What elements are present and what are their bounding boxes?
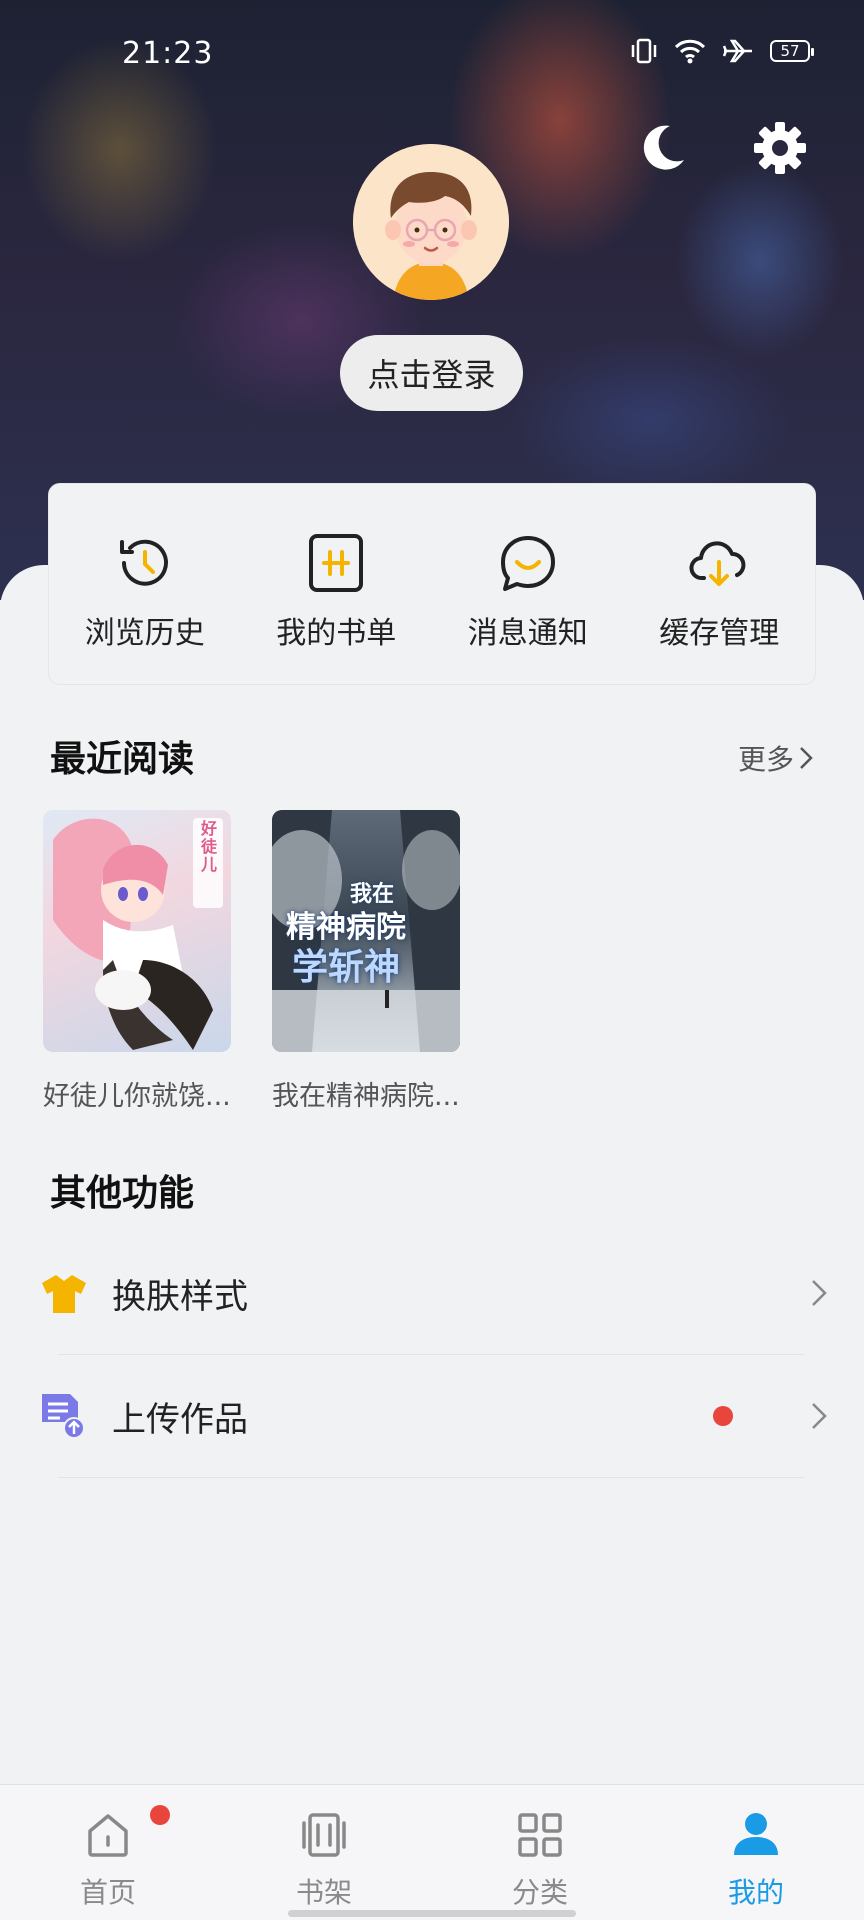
cover-title-text: 好徒儿 xyxy=(201,819,218,874)
quick-action-history[interactable]: 浏览历史 xyxy=(49,484,241,684)
quick-action-label: 浏览历史 xyxy=(84,616,205,651)
bookshelf-icon xyxy=(302,1813,346,1857)
quick-action-label: 消息通知 xyxy=(467,616,588,651)
profile-icon xyxy=(734,1813,778,1855)
chevron-right-icon xyxy=(812,1280,827,1306)
more-link[interactable]: 更多 xyxy=(738,738,814,778)
tab-home[interactable]: 首页 xyxy=(0,1785,216,1920)
category-icon xyxy=(518,1813,562,1857)
more-label: 更多 xyxy=(737,743,794,776)
quick-actions-card: 浏览历史 我的书单 消息通知 缓存管理 xyxy=(48,483,816,685)
airplane-icon xyxy=(722,39,752,63)
skin-style-row[interactable]: 换肤样式 xyxy=(40,1232,836,1354)
quick-action-messages[interactable]: 消息通知 xyxy=(432,484,624,684)
bottom-tab-bar: 首页 书架 分类 我的 xyxy=(0,1784,864,1920)
row-label: 换肤样式 xyxy=(112,1276,248,1317)
notification-dot xyxy=(150,1805,170,1825)
chevron-right-icon xyxy=(800,747,813,769)
tab-label: 首页 xyxy=(79,1876,136,1909)
message-icon xyxy=(500,536,555,591)
notification-dot xyxy=(713,1406,733,1426)
tab-label: 分类 xyxy=(511,1876,568,1909)
booklist-icon xyxy=(309,534,364,592)
recent-book[interactable]: 好徒儿 好徒儿你就饶... xyxy=(43,810,231,1113)
divider xyxy=(58,1477,804,1478)
home-indicator[interactable] xyxy=(288,1910,576,1917)
tab-label: 我的 xyxy=(727,1876,784,1909)
tshirt-icon xyxy=(42,1275,86,1313)
book-cover: 我在 精神病院 学斩神 xyxy=(272,810,460,1052)
cloud-download-icon xyxy=(689,541,746,586)
avatar-illustration xyxy=(353,144,509,300)
tab-category[interactable]: 分类 xyxy=(432,1785,648,1920)
book-title: 好徒儿你就饶... xyxy=(43,1081,231,1112)
tab-profile[interactable]: 我的 xyxy=(648,1785,864,1920)
moon-icon xyxy=(643,125,684,170)
tab-label: 书架 xyxy=(295,1876,352,1909)
night-mode-button[interactable] xyxy=(632,118,692,178)
quick-action-cache[interactable]: 缓存管理 xyxy=(624,484,816,684)
cover-title-line-3: 学斩神 xyxy=(292,947,401,988)
wifi-icon xyxy=(674,39,706,64)
quick-action-label: 缓存管理 xyxy=(659,616,780,651)
login-button[interactable]: 点击登录 xyxy=(340,335,523,411)
chevron-right-icon xyxy=(812,1403,827,1429)
battery-level: 57 xyxy=(780,42,800,60)
tab-bookshelf[interactable]: 书架 xyxy=(216,1785,432,1920)
avatar[interactable] xyxy=(353,144,509,300)
status-time: 21:23 xyxy=(122,36,214,71)
other-features-title: 其他功能 xyxy=(50,1173,195,1214)
status-icons: 57 xyxy=(630,38,814,64)
settings-button[interactable] xyxy=(750,118,810,178)
recent-book[interactable]: 我在 精神病院 学斩神 我在精神病院... xyxy=(272,810,460,1113)
quick-action-booklist[interactable]: 我的书单 xyxy=(241,484,433,684)
vibrate-icon xyxy=(631,38,657,64)
book-title: 我在精神病院... xyxy=(272,1081,460,1112)
history-icon xyxy=(119,539,168,586)
quick-action-label: 我的书单 xyxy=(276,616,397,651)
upload-works-row[interactable]: 上传作品 xyxy=(40,1355,836,1477)
upload-document-icon xyxy=(42,1394,85,1439)
book-cover: 好徒儿 xyxy=(43,810,231,1052)
recent-reading-title: 最近阅读 xyxy=(50,739,195,780)
battery-icon: 57 xyxy=(770,40,814,62)
row-label: 上传作品 xyxy=(112,1399,248,1440)
status-bar: 21:23 57 xyxy=(0,0,864,110)
home-icon xyxy=(88,1814,128,1857)
gear-icon xyxy=(754,122,806,174)
